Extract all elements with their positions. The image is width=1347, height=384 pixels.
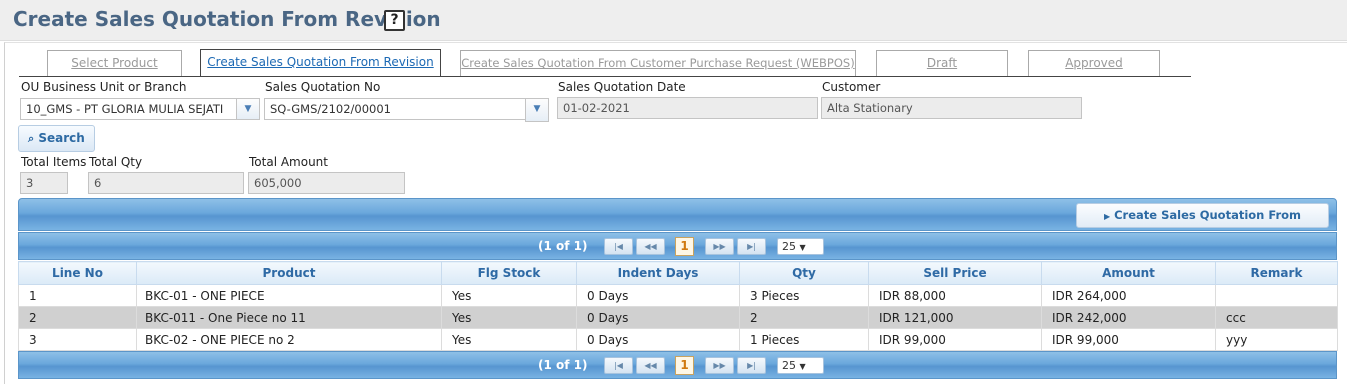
quotation-table: Line No Product Flg Stock Indent Days Qt… (18, 261, 1338, 351)
cell-qty: 2 (739, 306, 869, 329)
page-size-select[interactable]: 25 ▼ (777, 238, 824, 255)
create-quotation-button[interactable]: ▶ Create Sales Quotation From Revision (1076, 203, 1329, 246)
prev-page-icon: ◀◀ (644, 361, 657, 370)
cell-line: 3 (18, 328, 137, 351)
page-title: Create Sales Quotation From Revision (13, 7, 441, 31)
search-button[interactable]: ⌕ Search (18, 125, 95, 152)
cell-price: IDR 99,000 (868, 328, 1042, 351)
last-page-icon: ▶| (747, 361, 756, 370)
ou-label: OU Business Unit or Branch (21, 80, 187, 94)
tab-create-from-webpos[interactable]: Create Sales Quotation From Customer Pur… (460, 50, 856, 77)
total-amount-field: 605,000 (248, 172, 405, 194)
next-page-icon: ▶▶ (713, 242, 726, 251)
total-qty-label: Total Qty (89, 155, 143, 169)
col-sell-price[interactable]: Sell Price (868, 261, 1042, 285)
col-product[interactable]: Product (136, 261, 442, 285)
customer-field: Alta Stationary (821, 97, 1082, 119)
col-qty[interactable]: Qty (739, 261, 869, 285)
chevron-down-icon: ▼ (799, 362, 806, 371)
pager-info: (1 of 1) (538, 239, 588, 253)
pager-info: (1 of 1) (538, 358, 588, 372)
chevron-down-icon: ▼ (244, 104, 252, 114)
tab-select-product[interactable]: Select Product (47, 50, 182, 77)
last-page-button[interactable]: ▶| (737, 238, 766, 255)
cell-qty: 1 Pieces (739, 328, 869, 351)
current-page[interactable]: 1 (675, 356, 694, 375)
title-bar: Create Sales Quotation From Revision ? (0, 0, 1347, 41)
cell-product: BKC-011 - One Piece no 11 (136, 306, 442, 329)
cell-product: BKC-02 - ONE PIECE no 2 (136, 328, 442, 351)
cell-line: 2 (18, 306, 137, 329)
cell-remark: ccc (1215, 306, 1338, 329)
next-page-button[interactable]: ▶▶ (705, 238, 734, 255)
current-page[interactable]: 1 (675, 237, 694, 256)
tab-approved[interactable]: Approved (1028, 50, 1160, 77)
col-flg-stock[interactable]: Flg Stock (441, 261, 577, 285)
help-icon[interactable]: ? (384, 10, 405, 31)
tab-create-from-revision[interactable]: Create Sales Quotation From Revision (200, 49, 441, 77)
total-qty-field: 6 (88, 172, 244, 194)
col-indent-days[interactable]: Indent Days (576, 261, 740, 285)
tabs-divider (19, 76, 1191, 77)
cell-amount: IDR 99,000 (1041, 328, 1216, 351)
cell-price: IDR 88,000 (868, 284, 1042, 307)
cell-amount: IDR 242,000 (1041, 306, 1216, 329)
col-line-no[interactable]: Line No (18, 261, 137, 285)
ou-select[interactable]: 10_GMS - PT GLORIA MULIA SEJATI (20, 98, 237, 120)
cell-amount: IDR 264,000 (1041, 284, 1216, 307)
last-page-button[interactable]: ▶| (737, 357, 766, 374)
prev-page-icon: ◀◀ (644, 242, 657, 251)
cell-indent: 0 Days (576, 328, 740, 351)
cell-product: BKC-01 - ONE PIECE (136, 284, 442, 307)
ou-dropdown-button[interactable]: ▼ (236, 98, 260, 120)
triangle-right-icon: ▶ (1103, 212, 1111, 221)
page-size-select[interactable]: 25 ▼ (777, 357, 824, 374)
chevron-down-icon: ▼ (533, 104, 541, 114)
total-items-label: Total Items (21, 155, 87, 169)
table-header-row: Line No Product Flg Stock Indent Days Qt… (18, 261, 1338, 285)
sq-no-label: Sales Quotation No (265, 80, 381, 94)
first-page-icon: |◀ (614, 242, 623, 251)
chevron-down-icon: ▼ (799, 243, 806, 252)
col-remark[interactable]: Remark (1215, 261, 1338, 285)
last-page-icon: ▶| (747, 242, 756, 251)
cell-indent: 0 Days (576, 306, 740, 329)
table-row[interactable]: 3 BKC-02 - ONE PIECE no 2 Yes 0 Days 1 P… (18, 328, 1338, 351)
cell-line: 1 (18, 284, 137, 307)
pager-bottom: (1 of 1) |◀ ◀◀ 1 ▶▶ ▶| 25 ▼ (18, 351, 1337, 379)
sq-no-dropdown-button[interactable]: ▼ (525, 98, 549, 122)
prev-page-button[interactable]: ◀◀ (636, 238, 665, 255)
cell-stock: Yes (441, 328, 577, 351)
sq-date-label: Sales Quotation Date (558, 80, 686, 94)
sq-no-select[interactable]: SQ-GMS/2102/00001 (264, 98, 526, 120)
total-items-field: 3 (20, 172, 68, 194)
cell-remark (1215, 284, 1338, 307)
pager-top: (1 of 1) |◀ ◀◀ 1 ▶▶ ▶| 25 ▼ (18, 232, 1337, 260)
first-page-icon: |◀ (614, 361, 623, 370)
search-icon: ⌕ (28, 132, 35, 145)
prev-page-button[interactable]: ◀◀ (636, 357, 665, 374)
total-amount-label: Total Amount (249, 155, 328, 169)
table-row[interactable]: 2 BKC-011 - One Piece no 11 Yes 0 Days 2… (18, 306, 1338, 329)
tab-draft[interactable]: Draft (876, 50, 1008, 77)
cell-indent: 0 Days (576, 284, 740, 307)
cell-qty: 3 Pieces (739, 284, 869, 307)
first-page-button[interactable]: |◀ (604, 357, 633, 374)
cell-remark: yyy (1215, 328, 1338, 351)
grid-toolbar: ▶ Create Sales Quotation From Revision (18, 198, 1337, 246)
first-page-button[interactable]: |◀ (604, 238, 633, 255)
cell-stock: Yes (441, 306, 577, 329)
table-row[interactable]: 1 BKC-01 - ONE PIECE Yes 0 Days 3 Pieces… (18, 284, 1338, 307)
next-page-button[interactable]: ▶▶ (705, 357, 734, 374)
sq-date-field: 01-02-2021 (557, 97, 818, 119)
col-amount[interactable]: Amount (1041, 261, 1216, 285)
customer-label: Customer (822, 80, 881, 94)
cell-price: IDR 121,000 (868, 306, 1042, 329)
next-page-icon: ▶▶ (713, 361, 726, 370)
cell-stock: Yes (441, 284, 577, 307)
